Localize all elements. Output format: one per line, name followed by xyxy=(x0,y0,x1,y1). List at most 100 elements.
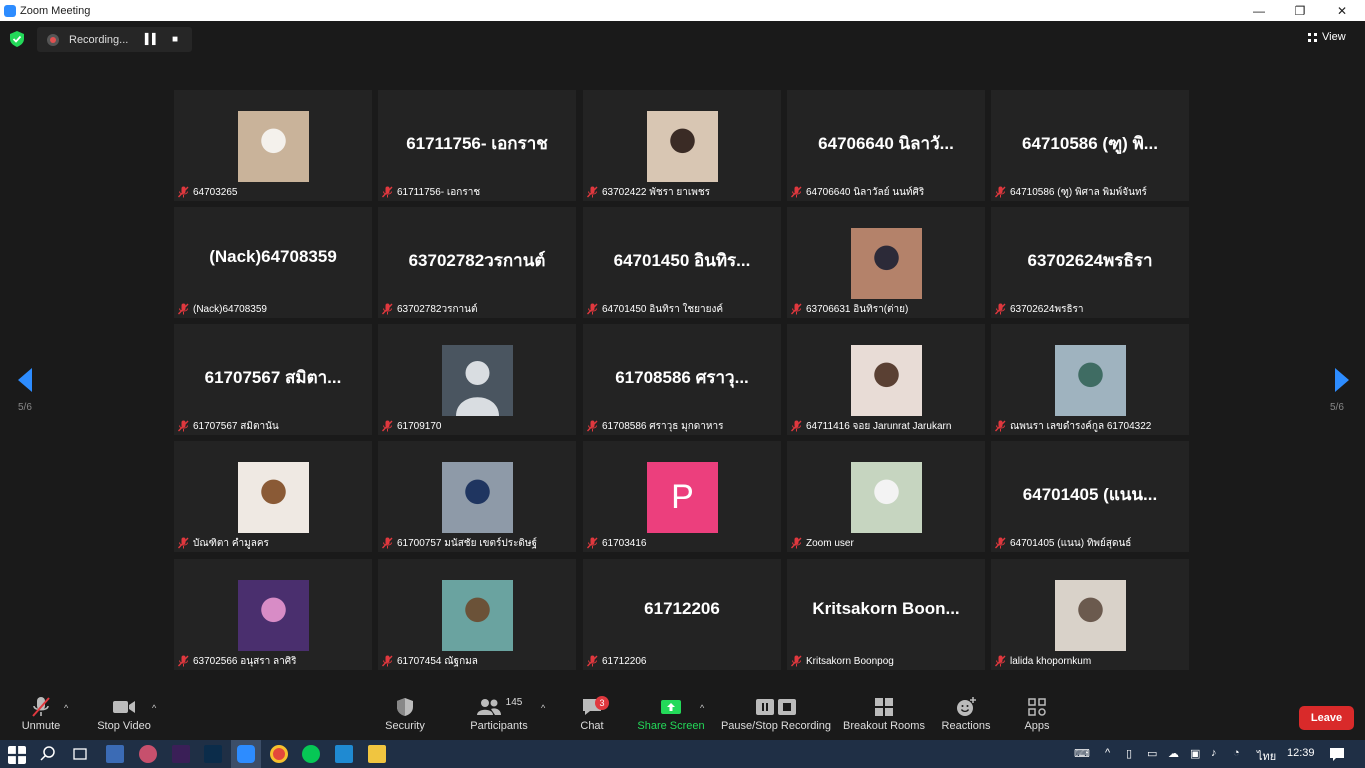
share-screen-icon xyxy=(660,694,682,720)
task-view-icon[interactable] xyxy=(71,745,89,763)
battery-icon[interactable]: ▭ xyxy=(1147,747,1157,760)
view-button[interactable]: View xyxy=(1308,27,1358,47)
participant-tile[interactable]: Zoom user xyxy=(787,441,985,552)
participants-count: 145 xyxy=(505,696,523,708)
app-icon-2[interactable] xyxy=(139,745,157,763)
participant-tile[interactable]: 64706640 นิลาวั... 64706640 นิลาวัลย์ นนท… xyxy=(787,90,985,201)
usb-icon[interactable]: ▯ xyxy=(1126,747,1132,760)
zoom-taskbar-icon[interactable] xyxy=(237,745,255,763)
previous-page-arrow-icon[interactable] xyxy=(16,366,36,394)
volume-icon[interactable]: ♪ xyxy=(1211,747,1217,759)
unmute-button[interactable]: Unmute xyxy=(20,691,62,740)
search-icon[interactable] xyxy=(39,745,57,763)
participant-tile[interactable]: 61707454 ณัฐกมล xyxy=(378,559,576,670)
muted-mic-icon xyxy=(178,186,189,198)
participant-tile[interactable]: P 61703416 xyxy=(583,441,781,552)
share-options-caret-icon[interactable]: ^ xyxy=(700,703,704,713)
keyboard-icon[interactable]: ⌨ xyxy=(1074,747,1090,760)
display-icon[interactable]: ▣ xyxy=(1190,747,1200,760)
participant-tile[interactable]: Kritsakorn Boon... Kritsakorn Boonpog xyxy=(787,559,985,670)
participants-options-caret-icon[interactable]: ^ xyxy=(541,703,545,713)
chrome-icon[interactable] xyxy=(270,745,288,763)
participant-tile[interactable]: 63706631 อินทิรา(ต่าย) xyxy=(787,207,985,318)
encryption-shield-icon[interactable] xyxy=(10,31,24,47)
participant-name: Zoom user xyxy=(806,537,854,549)
video-options-caret-icon[interactable]: ^ xyxy=(152,703,156,713)
participant-tile[interactable]: 64701405 (แนน... 64701405 (แนน) ทิพย์สุดน… xyxy=(991,441,1189,552)
file-explorer-icon[interactable] xyxy=(368,745,386,763)
apps-button[interactable]: Apps xyxy=(1022,691,1052,740)
close-button[interactable]: ✕ xyxy=(1321,0,1363,21)
show-hidden-icons-icon[interactable]: ^ xyxy=(1105,747,1110,759)
participant-name-label: Zoom user xyxy=(791,536,854,550)
audio-options-caret-icon[interactable]: ^ xyxy=(64,703,68,713)
participants-button[interactable]: 145 Participants xyxy=(468,691,530,740)
participant-tile[interactable]: 61711756- เอกราช 61711756- เอกราช xyxy=(378,90,576,201)
windows-start-icon[interactable] xyxy=(8,746,26,764)
leave-button[interactable]: Leave xyxy=(1299,706,1354,730)
participant-photo xyxy=(442,580,513,651)
pause-recording-icon[interactable]: ▌▌ xyxy=(142,30,162,50)
participant-tile[interactable]: lalida khopornkum xyxy=(991,559,1189,670)
minimize-button[interactable]: — xyxy=(1238,0,1280,21)
maximize-button[interactable]: ❐ xyxy=(1279,0,1321,21)
reactions-button[interactable]: Reactions xyxy=(940,691,992,740)
recording-label: Recording... xyxy=(69,33,129,46)
app-icon-1[interactable] xyxy=(106,745,124,763)
participant-tile[interactable]: (Nack)64708359 (Nack)64708359 xyxy=(174,207,372,318)
notification-icon[interactable] xyxy=(1328,745,1346,763)
line-icon[interactable] xyxy=(302,745,320,763)
photoshop-icon[interactable] xyxy=(204,745,222,763)
breakout-rooms-icon xyxy=(874,694,894,720)
participant-tile[interactable]: บัณฑิตา คำมูลคร xyxy=(174,441,372,552)
participant-tile[interactable]: 61707567 สมิตา... 61707567 สมิตานัน xyxy=(174,324,372,435)
media-player-icon[interactable] xyxy=(335,745,353,763)
participant-display-name: 64701450 อินทิร... xyxy=(613,251,751,270)
participant-name: (Nack)64708359 xyxy=(193,303,267,315)
muted-mic-icon xyxy=(178,655,189,667)
stop-video-button[interactable]: Stop Video xyxy=(96,691,152,740)
participant-tile[interactable]: 63702422 พัชรา ยาเพชร xyxy=(583,90,781,201)
premiere-icon[interactable] xyxy=(172,745,190,763)
chat-unread-badge: 3 xyxy=(595,696,609,710)
clock[interactable]: 12:39 xyxy=(1287,747,1315,759)
participant-tile[interactable]: 61700757 มนัสชัย เขตร์ประดิษฐ์ xyxy=(378,441,576,552)
participant-name: 64706640 นิลาวัลย์ นนท์ศิริ xyxy=(806,186,925,198)
participant-name-label: 61703416 xyxy=(587,536,647,550)
participant-name-label: 61712206 xyxy=(587,654,647,668)
participant-name-label: บัณฑิตา คำมูลคร xyxy=(178,536,269,550)
participant-tile[interactable]: 63702782วรกานต์ 63702782วรกานต์ xyxy=(378,207,576,318)
participant-tile[interactable]: 64710586 (ฑู) พิ... 64710586 (ฑู) พิศาล พ… xyxy=(991,90,1189,201)
breakout-rooms-button[interactable]: Breakout Rooms xyxy=(842,691,926,740)
wifi-icon[interactable]: ◔ xyxy=(1233,747,1240,759)
cloud-icon[interactable]: ☁ xyxy=(1168,747,1179,760)
participant-name: 63702782วรกานต์ xyxy=(397,303,478,315)
stop-recording-icon[interactable]: ■ xyxy=(165,30,185,50)
participant-tile[interactable]: ณพนรา เลขดำรงค์กูล 61704322 xyxy=(991,324,1189,435)
participant-tile[interactable]: 61712206 61712206 xyxy=(583,559,781,670)
participant-tile[interactable]: 64703265 xyxy=(174,90,372,201)
participant-tile[interactable]: 64701450 อินทิร... 64701450 อินทิรา ใชยาย… xyxy=(583,207,781,318)
participant-display-name: 61712206 xyxy=(644,599,720,618)
security-button[interactable]: Security xyxy=(384,691,426,740)
letter-avatar: P xyxy=(647,462,718,533)
meeting-area: Recording... ▌▌ ■ View 5/6 5/6 64703265 6… xyxy=(0,21,1365,740)
chat-label: Chat xyxy=(580,720,604,732)
participant-name-label: 63702624พรธิรา xyxy=(995,302,1084,316)
participant-tile[interactable]: 63702566 อนุสรา ลาศิริ xyxy=(174,559,372,670)
participant-tile[interactable]: 61708586 ศราวุ... 61708586 ศราวุธ มุกดาหา… xyxy=(583,324,781,435)
participant-tile[interactable]: 61709170 xyxy=(378,324,576,435)
next-page-arrow-icon[interactable] xyxy=(1331,366,1351,394)
participant-name-label: 64703265 xyxy=(178,185,238,199)
participant-tile[interactable]: 64711416 จอย Jarunrat Jarukarn xyxy=(787,324,985,435)
participant-name: 63706631 อินทิรา(ต่าย) xyxy=(806,303,909,315)
input-language[interactable]: ไทย xyxy=(1257,747,1276,765)
participant-display-name: 61708586 ศราวุ... xyxy=(615,368,749,387)
participant-display-name: (Nack)64708359 xyxy=(209,247,337,266)
chat-button[interactable]: Chat 3 xyxy=(578,691,609,740)
stop-video-label: Stop Video xyxy=(97,720,151,732)
participant-name-label: 61708586 ศราวุธ มุกดาหาร xyxy=(587,419,723,433)
share-screen-button[interactable]: Share Screen xyxy=(637,691,705,740)
pause-stop-recording-button[interactable]: Pause/Stop Recording xyxy=(721,691,831,740)
participant-tile[interactable]: 63702624พรธิรา 63702624พรธิรา xyxy=(991,207,1189,318)
